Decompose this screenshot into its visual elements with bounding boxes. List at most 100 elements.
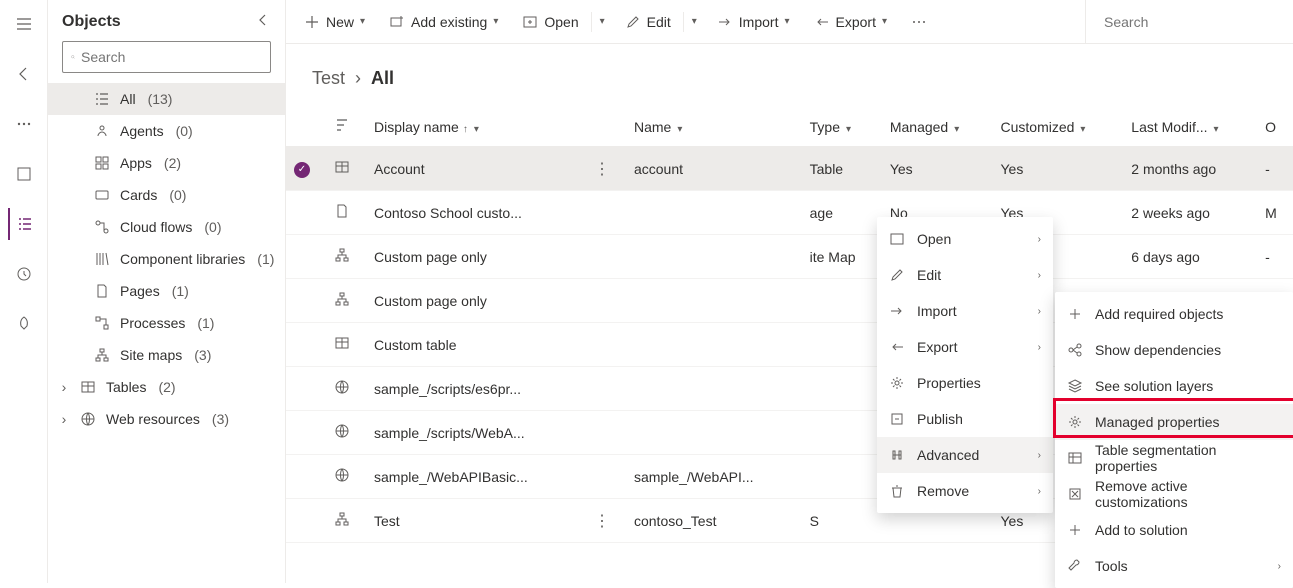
table-row[interactable]: ✓Custom page only⋮ite MapNoYes6 days ago… <box>286 235 1293 279</box>
chevron-down-icon: ▾ <box>1080 124 1085 135</box>
menu-item-import[interactable]: Import› <box>877 293 1053 329</box>
chevron-down-icon: ▾ <box>677 124 682 135</box>
export-button[interactable]: Export ▾ <box>804 6 898 38</box>
tree-item-agents[interactable]: Agents (0) <box>48 115 285 147</box>
table-row[interactable]: ✓Account⋮accountTableYesYes2 months ago- <box>286 147 1293 191</box>
menu-item-add-to-solution[interactable]: Add to solution <box>1055 512 1293 548</box>
menu-item-add-required-objects[interactable]: Add required objects <box>1055 296 1293 332</box>
overflow-button[interactable] <box>901 6 937 38</box>
menu-item-managed-properties[interactable]: Managed properties <box>1055 404 1293 440</box>
more-icon[interactable] <box>8 108 40 140</box>
edit-icon <box>625 14 641 30</box>
new-button[interactable]: New ▾ <box>294 6 375 38</box>
row-check-icon[interactable]: ✓ <box>294 162 310 178</box>
edit-split-chevron[interactable]: ▾ <box>686 6 703 38</box>
tree-item-web-resources[interactable]: ›Web resources (3) <box>48 403 285 435</box>
tree-item-count: (3) <box>212 411 229 427</box>
tree-item-label: Cards <box>120 187 157 203</box>
menu-item-publish[interactable]: Publish <box>877 401 1053 437</box>
menu-item-edit[interactable]: Edit › <box>877 257 1053 293</box>
menu-item-advanced[interactable]: Advanced› <box>877 437 1053 473</box>
sidebar-search-input[interactable] <box>81 49 262 65</box>
menu-item-remove-active-customizations[interactable]: Remove active customizations <box>1055 476 1293 512</box>
tree-item-label: Pages <box>120 283 160 299</box>
commandbar-search-input[interactable] <box>1104 14 1285 30</box>
chevron-down-icon: ▾ <box>784 16 789 27</box>
column-owner[interactable]: O <box>1257 107 1293 147</box>
tree-item-cards[interactable]: Cards (0) <box>48 179 285 211</box>
column-display-name[interactable]: Display name↑▾ <box>366 107 586 147</box>
cell-display-name: Contoso School custo... <box>366 191 586 235</box>
breadcrumb: Test › All <box>286 44 1293 107</box>
tree-item-tables[interactable]: ›Tables (2) <box>48 371 285 403</box>
sort-column-icon[interactable] <box>326 107 366 147</box>
table-row[interactable]: ✓Contoso School custo...⋮ageNoYes2 weeks… <box>286 191 1293 235</box>
menu-item-see-solution-layers[interactable]: See solution layers <box>1055 368 1293 404</box>
tree-item-count: (3) <box>194 347 211 363</box>
tree-item-all[interactable]: All (13) <box>48 83 285 115</box>
cell-name: sample_/WebAPI... <box>626 455 802 499</box>
collapse-sidebar-icon[interactable] <box>255 12 271 31</box>
import-button[interactable]: Import ▾ <box>707 6 800 38</box>
column-managed[interactable]: Managed▾ <box>882 107 993 147</box>
menu-item-label: Table segmentation properties <box>1095 442 1281 474</box>
history-icon[interactable] <box>8 258 40 290</box>
add-existing-button[interactable]: Add existing ▾ <box>379 6 508 38</box>
cell-name <box>626 323 802 367</box>
column-last-modified[interactable]: Last Modif...▾ <box>1123 107 1257 147</box>
chevron-down-icon: ▾ <box>360 16 365 27</box>
sitemap-icon <box>94 347 110 363</box>
cell-type: age <box>802 191 882 235</box>
breadcrumb-parent[interactable]: Test <box>312 68 345 89</box>
chevron-right-icon: › <box>1038 270 1041 281</box>
menu-item-show-dependencies[interactable]: Show dependencies <box>1055 332 1293 368</box>
tree-item-cloud-flows[interactable]: Cloud flows (0) <box>48 211 285 243</box>
column-type[interactable]: Type▾ <box>802 107 882 147</box>
tree-item-label: Web resources <box>106 411 200 427</box>
sidebar-search[interactable] <box>62 41 271 73</box>
menu-item-properties[interactable]: Properties <box>877 365 1053 401</box>
tree-item-count: (1) <box>197 315 214 331</box>
column-name[interactable]: Name▾ <box>626 107 802 147</box>
menu-item-table-segmentation-properties[interactable]: Table segmentation properties <box>1055 440 1293 476</box>
menu-item-tools[interactable]: Tools› <box>1055 548 1293 584</box>
tree-item-pages[interactable]: Pages (1) <box>48 275 285 307</box>
back-icon[interactable] <box>8 58 40 90</box>
breadcrumb-current: All <box>371 68 394 89</box>
objects-icon[interactable] <box>8 208 40 240</box>
chevron-right-icon: › <box>1038 234 1041 245</box>
cell-type <box>802 323 882 367</box>
cell-modified: 2 weeks ago <box>1123 191 1257 235</box>
hamburger-icon[interactable] <box>8 8 40 40</box>
column-customized[interactable]: Customized▾ <box>993 107 1124 147</box>
chevron-down-icon: ▾ <box>846 124 851 135</box>
rocket-icon[interactable] <box>8 308 40 340</box>
row-menu-button[interactable]: ⋮ <box>594 513 610 530</box>
remove-cust-icon <box>1067 486 1083 502</box>
menu-item-export[interactable]: Export› <box>877 329 1053 365</box>
cell-display-name: Custom page only <box>366 279 586 323</box>
sidebar-title: Objects <box>62 13 121 31</box>
overview-icon[interactable] <box>8 158 40 190</box>
flow-icon <box>94 219 110 235</box>
tree-item-component-libraries[interactable]: Component libraries (1) <box>48 243 285 275</box>
cell-customized: Yes <box>993 147 1124 191</box>
open-split-chevron[interactable]: ▾ <box>594 6 611 38</box>
open-button[interactable]: Open <box>512 6 588 38</box>
cell-name: account <box>626 147 802 191</box>
menu-item-open[interactable]: Open› <box>877 221 1053 257</box>
edit-button[interactable]: Edit <box>615 6 681 38</box>
tree-item-apps[interactable]: Apps (2) <box>48 147 285 179</box>
tree-item-processes[interactable]: Processes (1) <box>48 307 285 339</box>
commandbar-search[interactable] <box>1085 0 1285 43</box>
sidebar: Objects All (13)Agents (0)Apps (2)Cards … <box>48 0 286 583</box>
menu-item-label: Edit <box>917 267 1026 283</box>
tree-item-site-maps[interactable]: Site maps (3) <box>48 339 285 371</box>
cell-type <box>802 367 882 411</box>
chevron-right-icon: › <box>1038 450 1041 461</box>
tree-item-label: Site maps <box>120 347 182 363</box>
row-menu-button[interactable]: ⋮ <box>594 161 610 178</box>
segment-icon <box>1067 450 1083 466</box>
list-icon <box>94 91 110 107</box>
menu-item-remove[interactable]: Remove› <box>877 473 1053 509</box>
